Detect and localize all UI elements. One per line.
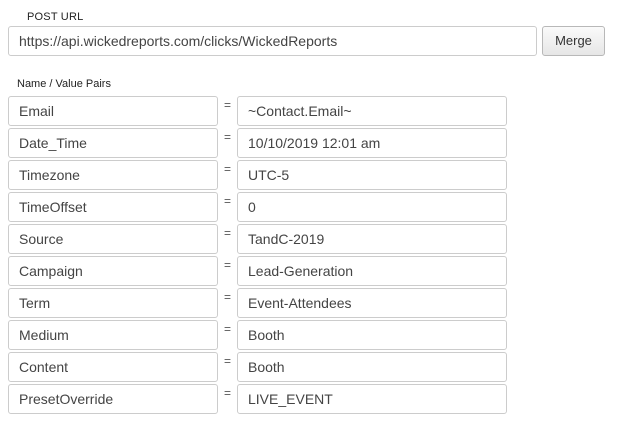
- equals-sign: =: [224, 130, 232, 144]
- pair-name-input[interactable]: Date_Time: [8, 128, 218, 158]
- pair-name-input[interactable]: TimeOffset: [8, 192, 218, 222]
- pair-row: Source = TandC-2019: [0, 224, 637, 256]
- equals-sign: =: [224, 290, 232, 304]
- name-value-pairs-list: Email = ~Contact.Email~ Date_Time = 10/1…: [0, 96, 637, 416]
- pair-name-input[interactable]: Campaign: [8, 256, 218, 286]
- merge-button[interactable]: Merge: [542, 26, 605, 56]
- pair-row: Email = ~Contact.Email~: [0, 96, 637, 128]
- equals-sign: =: [224, 162, 232, 176]
- pair-row: TimeOffset = 0: [0, 192, 637, 224]
- equals-sign: =: [224, 194, 232, 208]
- pair-value-input[interactable]: Booth: [237, 352, 507, 382]
- pair-value-input[interactable]: Booth: [237, 320, 507, 350]
- pair-value-input[interactable]: ~Contact.Email~: [237, 96, 507, 126]
- pair-row: Medium = Booth: [0, 320, 637, 352]
- pair-value-input[interactable]: Event-Attendees: [237, 288, 507, 318]
- pair-row: PresetOverride = LIVE_EVENT: [0, 384, 637, 416]
- pair-value-input[interactable]: 0: [237, 192, 507, 222]
- pair-value-input[interactable]: Lead-Generation: [237, 256, 507, 286]
- pair-row: Timezone = UTC-5: [0, 160, 637, 192]
- pair-row: Term = Event-Attendees: [0, 288, 637, 320]
- equals-sign: =: [224, 258, 232, 272]
- pair-name-input[interactable]: Timezone: [8, 160, 218, 190]
- name-value-pairs-label: Name / Value Pairs: [17, 78, 111, 90]
- pair-row: Campaign = Lead-Generation: [0, 256, 637, 288]
- pair-name-input[interactable]: PresetOverride: [8, 384, 218, 414]
- pair-value-input[interactable]: TandC-2019: [237, 224, 507, 254]
- post-url-input[interactable]: https://api.wickedreports.com/clicks/Wic…: [8, 26, 537, 56]
- equals-sign: =: [224, 226, 232, 240]
- pair-row: Content = Booth: [0, 352, 637, 384]
- pair-name-input[interactable]: Content: [8, 352, 218, 382]
- pair-value-input[interactable]: UTC-5: [237, 160, 507, 190]
- pair-value-input[interactable]: 10/10/2019 12:01 am: [237, 128, 507, 158]
- pair-name-input[interactable]: Term: [8, 288, 218, 318]
- pair-value-input[interactable]: LIVE_EVENT: [237, 384, 507, 414]
- pair-name-input[interactable]: Source: [8, 224, 218, 254]
- pair-name-input[interactable]: Medium: [8, 320, 218, 350]
- equals-sign: =: [224, 98, 232, 112]
- post-url-label: POST URL: [27, 11, 84, 23]
- equals-sign: =: [224, 322, 232, 336]
- equals-sign: =: [224, 386, 232, 400]
- equals-sign: =: [224, 354, 232, 368]
- pair-row: Date_Time = 10/10/2019 12:01 am: [0, 128, 637, 160]
- pair-name-input[interactable]: Email: [8, 96, 218, 126]
